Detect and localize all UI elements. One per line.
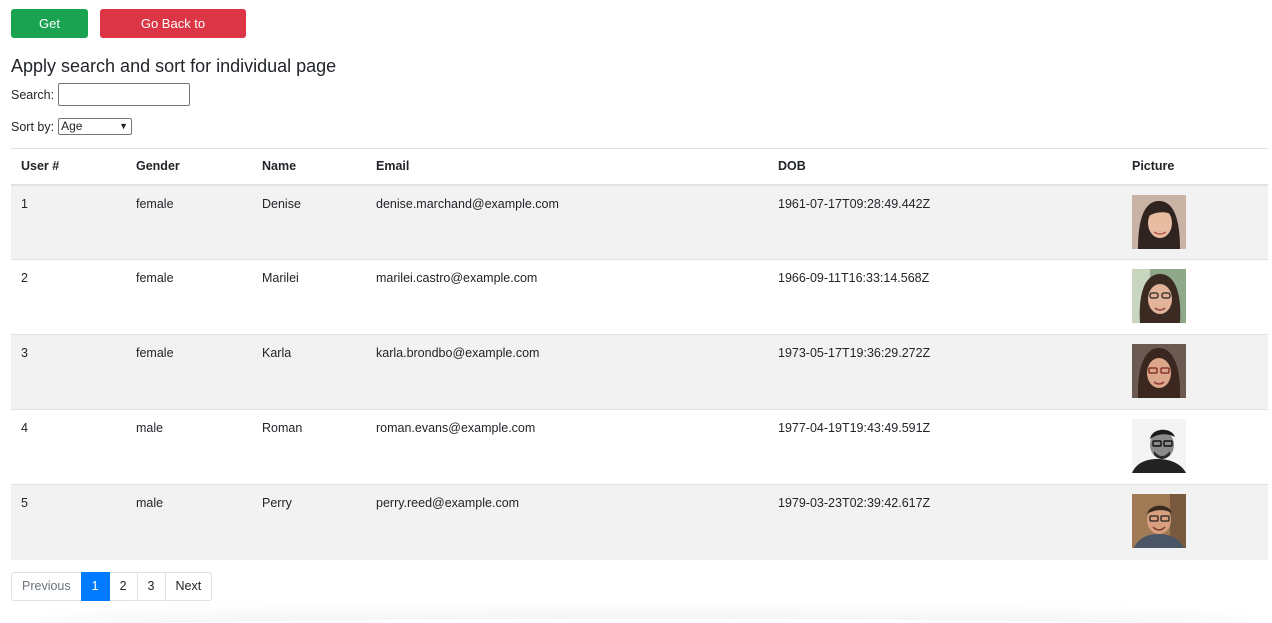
page-title: Apply search and sort for individual pag…: [11, 56, 337, 76]
cell-user-number: 2: [11, 259, 126, 335]
table-row: 5 male Perry perry.reed@example.com 1979…: [11, 484, 1268, 560]
search-label: Search:: [11, 87, 55, 102]
cell-email: roman.evans@example.com: [366, 409, 768, 485]
cell-dob: 1973-05-17T19:36:29.272Z: [768, 334, 1122, 410]
header-user-number[interactable]: User #: [11, 148, 126, 186]
avatar: [1132, 494, 1186, 548]
cell-gender: female: [126, 334, 252, 410]
cell-email: karla.brondbo@example.com: [366, 334, 768, 410]
page: Get Users Go Back to Homepage Apply sear…: [0, 0, 1272, 623]
bottom-shadow: [40, 619, 1252, 623]
sort-row: Sort by: Age ▼: [11, 118, 133, 135]
pagination-page-2[interactable]: 2: [108, 572, 138, 601]
cell-dob: 1961-07-17T09:28:49.442Z: [768, 184, 1122, 260]
avatar: [1132, 344, 1186, 398]
cell-user-number: 3: [11, 334, 126, 410]
cell-name: Karla: [252, 334, 366, 410]
go-back-homepage-button[interactable]: Go Back to Homepage: [100, 9, 246, 60]
cell-user-number: 5: [11, 484, 126, 560]
header-dob[interactable]: DOB: [768, 148, 1122, 186]
cell-email: denise.marchand@example.com: [366, 184, 768, 260]
cell-dob: 1966-09-11T16:33:14.568Z: [768, 259, 1122, 335]
sort-select[interactable]: Age ▼: [58, 118, 133, 135]
sort-selected-value: Age: [61, 119, 83, 133]
table-row: 4 male Roman roman.evans@example.com 197…: [11, 409, 1268, 485]
pagination-page-3[interactable]: 3: [136, 572, 166, 601]
chevron-down-icon: ▼: [119, 121, 129, 131]
cell-user-number: 1: [11, 184, 126, 260]
cell-picture: [1122, 184, 1268, 260]
table-row: 3 female Karla karla.brondbo@example.com…: [11, 334, 1268, 410]
pagination-previous[interactable]: Previous: [11, 572, 82, 601]
users-table: User # Gender Name Email DOB Picture 1 f…: [11, 148, 1268, 560]
cell-picture: [1122, 484, 1268, 560]
cell-name: Marilei: [252, 259, 366, 335]
avatar: [1132, 269, 1186, 323]
cell-email: marilei.castro@example.com: [366, 259, 768, 335]
cell-dob: 1979-03-23T02:39:42.617Z: [768, 484, 1122, 560]
table-row: 1 female Denise denise.marchand@example.…: [11, 184, 1268, 260]
cell-user-number: 4: [11, 409, 126, 485]
cell-email: perry.reed@example.com: [366, 484, 768, 560]
pagination-page-1[interactable]: 1: [80, 572, 110, 601]
cell-gender: male: [126, 409, 252, 485]
avatar: [1132, 194, 1186, 249]
cell-dob: 1977-04-19T19:43:49.591Z: [768, 409, 1122, 485]
cell-picture: [1122, 409, 1268, 485]
cell-picture: [1122, 334, 1268, 410]
cell-name: Denise: [252, 184, 366, 260]
header-gender[interactable]: Gender: [126, 148, 252, 186]
pagination: Previous 1 2 3 Next: [11, 572, 213, 601]
search-row: Search:: [11, 83, 191, 106]
header-picture[interactable]: Picture: [1122, 148, 1268, 186]
avatar: [1132, 419, 1186, 473]
cell-gender: female: [126, 259, 252, 335]
search-input[interactable]: [58, 83, 191, 106]
cell-picture: [1122, 259, 1268, 335]
sort-label: Sort by:: [11, 119, 55, 134]
cell-name: Perry: [252, 484, 366, 560]
header-name[interactable]: Name: [252, 148, 366, 186]
pagination-next[interactable]: Next: [164, 572, 213, 601]
cell-gender: female: [126, 184, 252, 260]
table-row: 2 female Marilei marilei.castro@example.…: [11, 259, 1268, 335]
header-email[interactable]: Email: [366, 148, 768, 186]
table-header-row: User # Gender Name Email DOB Picture: [11, 148, 1268, 186]
cell-gender: male: [126, 484, 252, 560]
get-users-button[interactable]: Get Users: [11, 9, 88, 60]
cell-name: Roman: [252, 409, 366, 485]
